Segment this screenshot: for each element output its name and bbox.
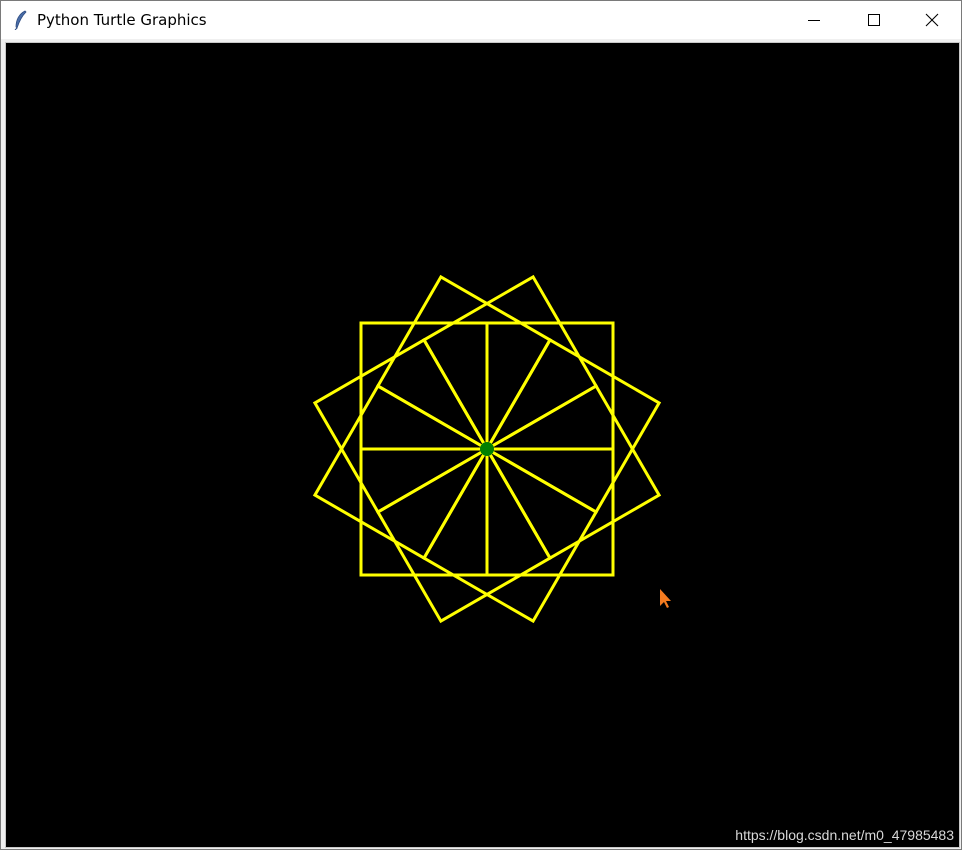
rotated-square [421,274,599,452]
rotated-square [375,274,553,452]
rotated-square [375,446,553,624]
turtle-icon [480,442,494,456]
rotated-square [484,337,662,515]
turtle-drawing [312,274,671,624]
window-title: Python Turtle Graphics [37,11,207,29]
turtle-canvas[interactable]: https://blog.csdn.net/m0_47985483 [5,42,960,848]
feather-icon [14,10,27,30]
minimize-icon [808,20,820,21]
title-bar[interactable]: Python Turtle Graphics [1,1,961,39]
maximize-button[interactable] [851,1,897,39]
rotated-square [484,383,662,561]
rotated-square [421,446,599,624]
mouse-cursor-icon [660,589,671,608]
close-icon [925,13,939,27]
minimize-button[interactable] [791,1,837,39]
rotated-square [312,383,490,561]
rotated-square [312,337,490,515]
turtle-window: Python Turtle Graphics https://blog.csdn… [0,0,962,850]
close-button[interactable] [909,1,955,39]
watermark: https://blog.csdn.net/m0_47985483 [735,827,954,843]
maximize-icon [868,14,880,26]
